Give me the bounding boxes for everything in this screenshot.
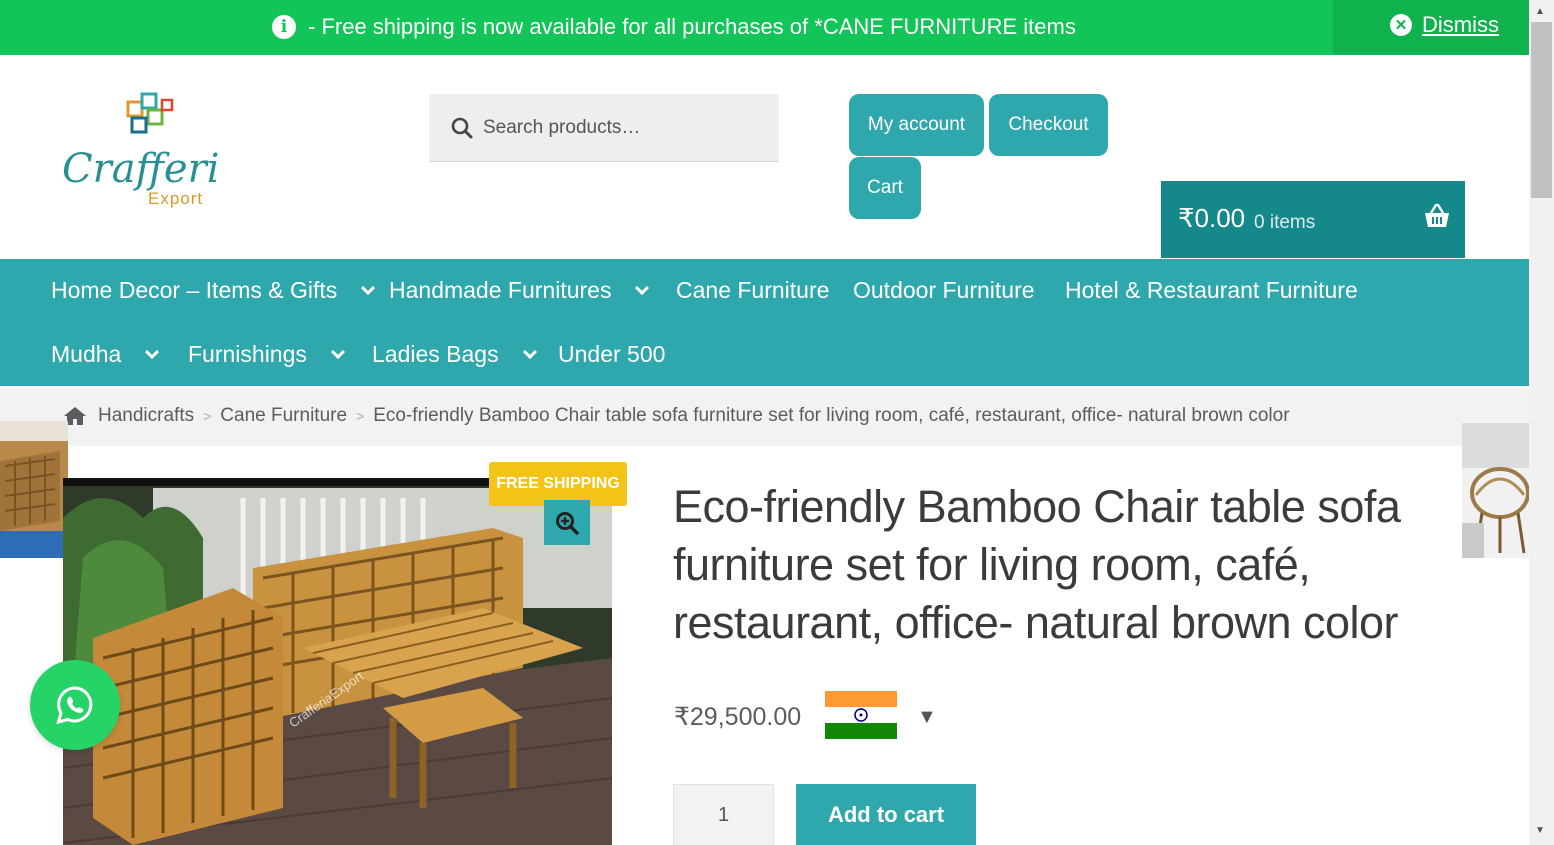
add-to-cart-button[interactable]: Add to cart (796, 784, 976, 845)
whatsapp-icon (56, 686, 93, 725)
breadcrumb-current: Eco-friendly Bamboo Chair table sofa fur… (373, 405, 1290, 426)
search-input[interactable] (483, 94, 763, 162)
nav-item-handmade-furnitures[interactable]: Handmade Furnitures (389, 277, 650, 304)
nav-item-label: Outdoor Furniture (853, 277, 1035, 303)
nav-item-ladies-bags[interactable]: Ladies Bags (372, 341, 537, 368)
cart-amount: ₹0.00 (1178, 203, 1246, 233)
nav-item-home-decor[interactable]: Home Decor – Items & Gifts (51, 277, 376, 304)
nav-item-cane-furniture[interactable]: Cane Furniture (676, 277, 829, 304)
close-circle-icon: ✕ (1390, 14, 1412, 36)
scrollbar-thumb[interactable] (1531, 22, 1552, 198)
info-icon: i (272, 15, 296, 39)
primary-navigation: Home Decor – Items & Gifts Handmade Furn… (0, 259, 1529, 386)
store-notice: i - Free shipping is now available for a… (272, 14, 1076, 40)
nav-item-mudha[interactable]: Mudha (51, 341, 160, 368)
previous-product-thumbnail[interactable] (0, 421, 68, 558)
breadcrumb: Handicrafts > Cane Furniture > Eco-frien… (63, 405, 1290, 427)
my-account-button[interactable]: My account (849, 94, 984, 156)
nav-item-label: Furnishings (188, 341, 307, 367)
quantity-input[interactable]: 1 (673, 784, 774, 845)
product-search (429, 94, 779, 162)
dismiss-label: Dismiss (1422, 12, 1499, 37)
logo-subtext: Export (148, 189, 203, 208)
nav-item-hotel-restaurant[interactable]: Hotel & Restaurant Furniture (1065, 277, 1358, 304)
mini-cart[interactable]: ₹0.00 0 items (1161, 181, 1465, 258)
dismiss-link[interactable]: ✕ Dismiss (1390, 12, 1499, 38)
search-icon[interactable] (451, 117, 473, 139)
zoom-button[interactable] (544, 500, 590, 545)
chevron-down-icon (361, 286, 376, 295)
breadcrumb-link-cane-furniture[interactable]: Cane Furniture (220, 405, 347, 427)
logo-text: Crafferia (62, 146, 220, 192)
cart-button[interactable]: Cart (849, 157, 921, 219)
nav-item-label: Hotel & Restaurant Furniture (1065, 277, 1358, 303)
nav-item-label: Cane Furniture (676, 277, 830, 303)
site-logo[interactable]: Crafferia Export (60, 92, 243, 212)
nav-item-label: Handmade Furnitures (389, 277, 612, 303)
nav-item-outdoor-furniture[interactable]: Outdoor Furniture (853, 277, 1035, 304)
currency-dropdown-caret[interactable]: ▼ (917, 706, 937, 729)
cart-item-count: 0 items (1254, 212, 1316, 233)
breadcrumb-separator: > (203, 408, 212, 424)
nav-item-label: Home Decor – Items & Gifts (51, 277, 338, 303)
india-flag-icon[interactable] (825, 691, 897, 739)
product-price: ₹29,500.00 (674, 703, 802, 731)
breadcrumb-link-handicrafts[interactable]: Handicrafts (98, 405, 194, 427)
product-image[interactable]: CrafferiaExport (63, 478, 612, 845)
nav-item-under-500[interactable]: Under 500 (558, 341, 665, 368)
whatsapp-chat-button[interactable] (30, 660, 120, 750)
chevron-down-icon (522, 350, 537, 359)
zoom-icon (556, 511, 579, 535)
product-title: Eco-friendly Bamboo Chair table sofa fur… (673, 481, 1401, 648)
scroll-down-arrow-icon[interactable]: ▼ (1535, 825, 1545, 836)
breadcrumb-separator: > (356, 408, 365, 424)
chevron-down-icon (330, 350, 345, 359)
scroll-up-arrow-icon[interactable]: ▲ (1535, 6, 1545, 17)
store-notice-text: - Free shipping is now available for all… (308, 14, 1076, 39)
nav-item-furnishings[interactable]: Furnishings (188, 341, 345, 368)
nav-item-label: Mudha (51, 341, 122, 367)
nav-item-label: Under 500 (558, 341, 666, 367)
nav-item-label: Ladies Bags (372, 341, 499, 367)
basket-icon (1425, 203, 1449, 227)
checkout-button[interactable]: Checkout (989, 94, 1108, 156)
chevron-down-icon (145, 350, 160, 359)
chevron-down-icon (635, 286, 650, 295)
